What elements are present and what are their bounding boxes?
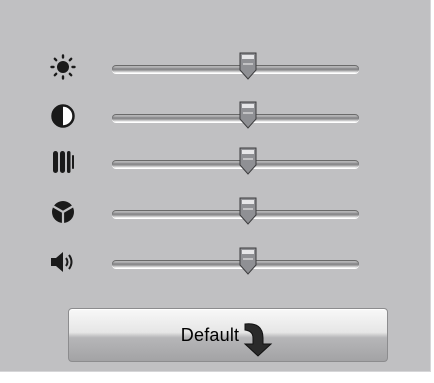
volume-icon bbox=[51, 252, 73, 272]
saturation-slider-track[interactable] bbox=[112, 160, 359, 168]
saturation-row bbox=[50, 143, 370, 183]
hue-slider-thumb[interactable] bbox=[238, 197, 258, 225]
hue-row bbox=[50, 193, 370, 233]
hue-slider-track[interactable] bbox=[112, 210, 359, 218]
hue-icon bbox=[52, 201, 74, 224]
contrast-icon bbox=[51, 104, 75, 128]
default-button[interactable]: Default bbox=[68, 308, 388, 362]
contrast-row bbox=[50, 97, 370, 137]
brightness-slider-thumb[interactable] bbox=[238, 52, 258, 80]
brightness-icon bbox=[50, 54, 76, 80]
curved-arrow-down-icon bbox=[243, 323, 273, 357]
default-button-label: Default bbox=[180, 324, 240, 345]
saturation-slider-thumb[interactable] bbox=[238, 147, 258, 175]
contrast-slider-thumb[interactable] bbox=[238, 101, 258, 129]
volume-slider-track[interactable] bbox=[112, 260, 359, 268]
volume-row bbox=[50, 243, 370, 283]
contrast-slider-track[interactable] bbox=[112, 114, 359, 122]
brightness-slider-track[interactable] bbox=[112, 65, 359, 73]
volume-slider-thumb[interactable] bbox=[238, 247, 258, 275]
brightness-row bbox=[50, 48, 370, 88]
adjustment-panel: Default bbox=[0, 0, 431, 372]
saturation-icon bbox=[53, 151, 74, 173]
